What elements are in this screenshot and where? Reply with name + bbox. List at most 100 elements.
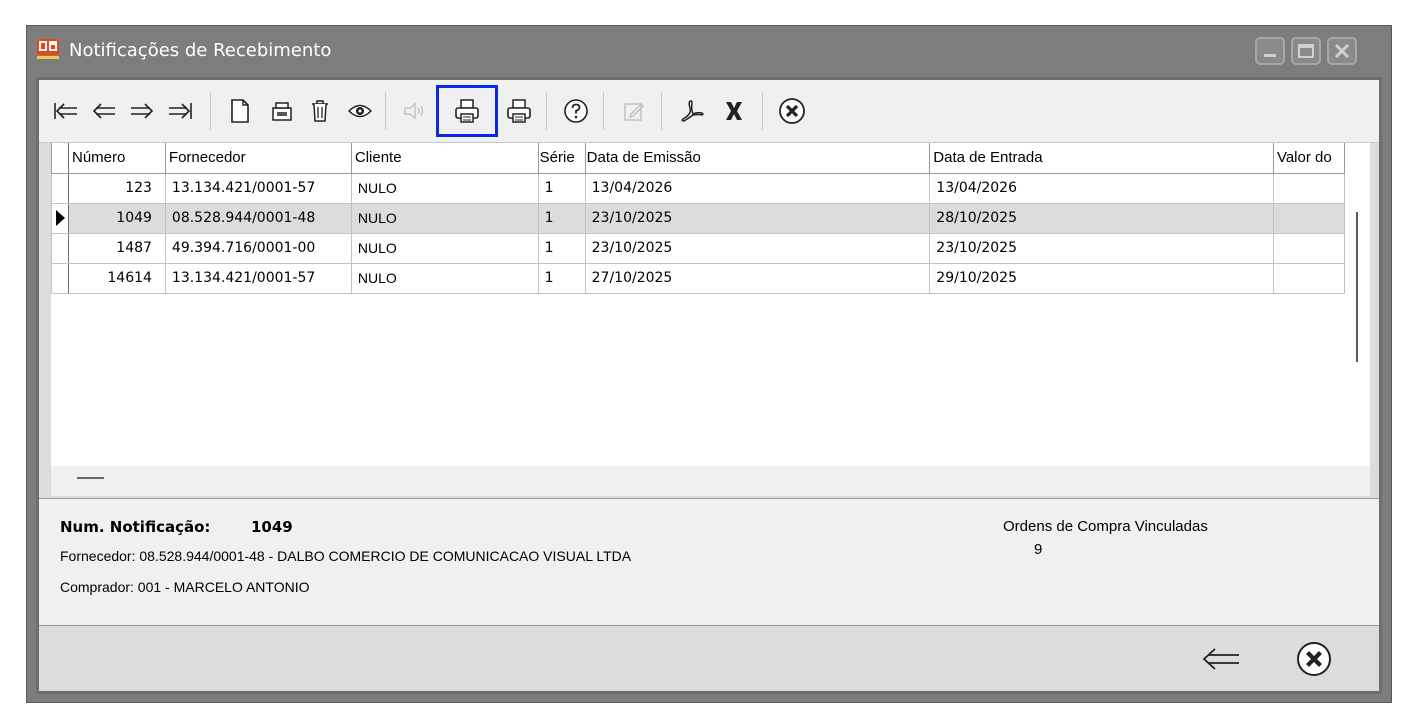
edit-icon <box>624 103 644 121</box>
next-record-button[interactable] <box>123 89 161 133</box>
last-record-button[interactable] <box>161 89 199 133</box>
cell-data-entrada: 13/04/2026 <box>929 172 1274 204</box>
cell-data-emissao: 13/04/2026 <box>584 172 931 204</box>
column-header-cliente[interactable]: Cliente <box>350 143 539 174</box>
close-circle-icon <box>1297 642 1331 676</box>
export-pdf-button[interactable] <box>673 89 711 133</box>
print-selected-button[interactable] <box>436 85 498 137</box>
window-close-button[interactable] <box>1327 37 1357 65</box>
edit-button[interactable] <box>615 89 653 133</box>
print-button[interactable] <box>500 89 538 133</box>
footer-close-button[interactable] <box>1292 639 1336 679</box>
first-record-button[interactable] <box>47 89 85 133</box>
cell-cliente: NULO <box>350 172 539 204</box>
left-arrow-icon <box>92 103 115 119</box>
cell-serie: 1 <box>537 262 586 294</box>
maximize-icon <box>1298 44 1314 58</box>
table-row[interactable]: 123 13.134.421/0001-57 NULO 1 13/04/2026… <box>51 172 1346 204</box>
row-indicator <box>51 202 69 234</box>
vertical-scrollbar-thumb[interactable] <box>1356 212 1358 362</box>
cell-data-entrada: 28/10/2025 <box>929 202 1274 234</box>
cell-serie: 1 <box>537 232 586 264</box>
column-header-data-entrada[interactable]: Data de Entrada <box>929 143 1274 174</box>
minimize-button[interactable] <box>1255 37 1285 65</box>
details-panel: Num. Notificação: 1049 Fornecedor: 08.52… <box>39 498 1379 626</box>
eye-icon <box>348 104 372 118</box>
window-title: Notificações de Recebimento <box>69 40 332 61</box>
new-document-button[interactable] <box>221 89 259 133</box>
pdf-icon <box>681 100 704 122</box>
fornecedor-detail: Fornecedor: 08.528.944/0001-48 - DALBO C… <box>60 548 632 564</box>
right-arrow-icon <box>131 103 154 119</box>
table-header-row: Número Fornecedor Cliente Série Data de … <box>51 143 1346 174</box>
help-button[interactable] <box>557 89 595 133</box>
current-row-arrow-icon <box>56 210 65 226</box>
column-header-valor[interactable]: Valor do <box>1272 143 1346 174</box>
toolbar-separator <box>210 92 211 130</box>
title-bar[interactable]: Notificações de Recebimento <box>27 26 1391 77</box>
cell-numero: 1049 <box>67 202 166 234</box>
cell-cliente: NULO <box>350 202 539 234</box>
back-arrow-icon <box>1202 648 1239 670</box>
notifications-grid[interactable]: Número Fornecedor Cliente Série Data de … <box>51 143 1346 466</box>
view-button[interactable] <box>341 89 379 133</box>
cell-data-entrada: 29/10/2025 <box>929 262 1274 294</box>
column-header-numero[interactable]: Número <box>67 143 166 174</box>
toolbar-separator <box>385 92 386 130</box>
toolbar-separator <box>546 92 547 130</box>
ordens-compra-value: 9 <box>1034 541 1043 558</box>
cell-valor <box>1272 172 1346 204</box>
cell-data-emissao: 23/10/2025 <box>584 202 931 234</box>
cell-fornecedor: 08.528.944/0001-48 <box>164 202 352 234</box>
num-notificacao-value: 1049 <box>251 518 293 536</box>
table-row[interactable]: 14614 13.134.421/0001-57 NULO 1 27/10/20… <box>51 262 1346 294</box>
trash-icon <box>312 100 328 122</box>
num-notificacao-label: Num. Notificação: <box>60 518 211 536</box>
cell-data-emissao: 23/10/2025 <box>584 232 931 264</box>
cell-numero: 123 <box>67 172 166 204</box>
ordens-compra-label: Ordens de Compra Vinculadas <box>1003 518 1208 535</box>
cell-valor <box>1272 232 1346 264</box>
column-header-fornecedor[interactable]: Fornecedor <box>164 143 352 174</box>
toolbar-close-button[interactable] <box>773 89 811 133</box>
excel-icon <box>726 102 742 120</box>
footer-bar <box>39 627 1379 690</box>
notify-sound-button[interactable] <box>396 89 434 133</box>
comprador-detail: Comprador: 001 - MARCELO ANTONIO <box>60 579 310 595</box>
app-logo-icon <box>37 39 59 59</box>
cell-data-entrada: 23/10/2025 <box>929 232 1274 264</box>
cash-register-button[interactable] <box>263 89 301 133</box>
export-excel-button[interactable] <box>715 89 753 133</box>
indicator-column-header <box>51 143 69 174</box>
delete-button[interactable] <box>301 89 339 133</box>
cell-fornecedor: 13.134.421/0001-57 <box>164 262 352 294</box>
horizontal-scrollbar[interactable] <box>51 466 1370 496</box>
column-header-serie[interactable]: Série <box>537 143 586 174</box>
printer-icon <box>507 99 531 123</box>
minimize-icon <box>1264 54 1276 57</box>
notificacoes-window: Notificações de Recebimento Número Forne… <box>26 25 1392 703</box>
cell-numero: 1487 <box>67 232 166 264</box>
toolbar <box>39 80 1379 143</box>
cell-cliente: NULO <box>350 262 539 294</box>
notifications-table: Número Fornecedor Cliente Série Data de … <box>51 143 1346 294</box>
row-indicator <box>51 232 69 264</box>
cell-serie: 1 <box>537 172 586 204</box>
row-indicator <box>51 262 69 294</box>
toolbar-separator <box>603 92 604 130</box>
column-header-data-emissao[interactable]: Data de Emissão <box>584 143 931 174</box>
back-button[interactable] <box>1199 639 1243 679</box>
table-row-selected[interactable]: 1049 08.528.944/0001-48 NULO 1 23/10/202… <box>51 202 1346 234</box>
cell-valor <box>1272 262 1346 294</box>
window-content: Número Fornecedor Cliente Série Data de … <box>36 77 1382 694</box>
table-row[interactable]: 1487 49.394.716/0001-00 NULO 1 23/10/202… <box>51 232 1346 264</box>
horizontal-scrollbar-thumb[interactable] <box>77 477 104 479</box>
printer-icon <box>455 99 479 123</box>
close-icon <box>1334 43 1350 59</box>
speaker-icon <box>404 102 424 120</box>
cell-fornecedor: 13.134.421/0001-57 <box>164 172 352 204</box>
maximize-button[interactable] <box>1291 37 1321 65</box>
previous-record-button[interactable] <box>85 89 123 133</box>
cell-valor <box>1272 202 1346 234</box>
close-circle-icon <box>779 98 805 124</box>
